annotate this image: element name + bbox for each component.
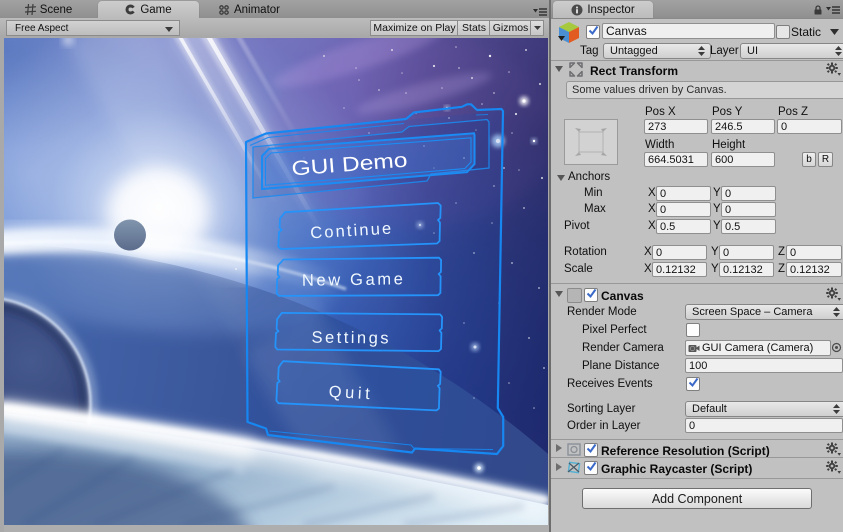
svg-text:New Game: New Game: [302, 270, 403, 289]
